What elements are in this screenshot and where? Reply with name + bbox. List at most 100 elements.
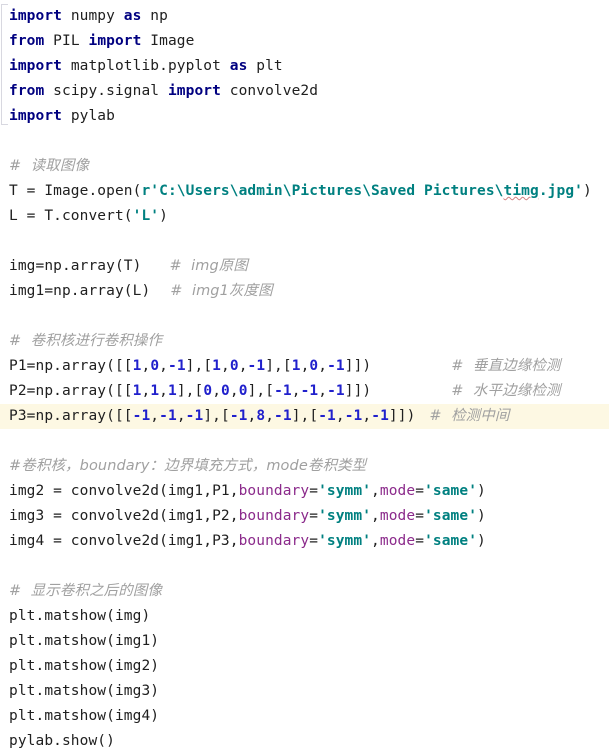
- identifier: PIL: [44, 33, 89, 49]
- kwarg-mode: mode: [379, 483, 416, 499]
- assign-img1: img1=np.array(L): [9, 283, 151, 299]
- identifier: plt: [247, 58, 283, 74]
- code-line-3[interactable]: import matplotlib.pyplot as plt: [0, 54, 609, 79]
- call-matshow-img2: plt.matshow(img2): [9, 658, 160, 674]
- comma: ,: [371, 483, 380, 499]
- code-line-12[interactable]: img1=np.array(L) # img1灰度图: [0, 279, 609, 304]
- identifier: matplotlib.pyplot: [61, 58, 230, 74]
- keyword-import: import: [88, 33, 142, 49]
- equals: =: [309, 483, 319, 499]
- keyword-from: from: [9, 33, 45, 49]
- code-line-19[interactable]: #卷积核，boundary：边界填充方式，mode卷积类型: [0, 454, 609, 479]
- comma: ,: [265, 408, 275, 424]
- kernel-value: -1: [327, 383, 345, 399]
- code-line-13-blank[interactable]: [0, 304, 609, 329]
- code-line-14[interactable]: # 卷积核进行卷积操作: [0, 329, 609, 354]
- code-line-9[interactable]: L = T.convert('L'): [0, 204, 609, 229]
- paren-close: ): [477, 483, 486, 499]
- code-line-8[interactable]: T = Image.open(r'C:\Users\admin\Pictures…: [0, 179, 609, 204]
- assign-P2: P2=np.array([[: [9, 383, 133, 399]
- code-editor-pane[interactable]: import numpy as np from PIL import Image…: [0, 0, 609, 749]
- code-lines[interactable]: import numpy as np from PIL import Image…: [0, 0, 609, 754]
- code-line-18-blank[interactable]: [0, 429, 609, 454]
- comma: ,: [238, 358, 248, 374]
- close-brackets: ]]): [344, 358, 372, 374]
- code-line-26[interactable]: plt.matshow(img1): [0, 629, 609, 654]
- code-line-1[interactable]: import numpy as np: [0, 4, 609, 29]
- call-pylab-show: pylab.show(): [9, 733, 115, 749]
- kernel-value: -1: [318, 408, 336, 424]
- kernel-value: 1: [168, 383, 177, 399]
- code-line-22[interactable]: img4 = convolve2d(img1,P3,boundary='symm…: [0, 529, 609, 554]
- comma: ,: [229, 383, 239, 399]
- keyword-import: import: [9, 58, 62, 74]
- code-line-10-blank[interactable]: [0, 229, 609, 254]
- code-line-25[interactable]: plt.matshow(img): [0, 604, 609, 629]
- call-matshow-img3: plt.matshow(img3): [9, 683, 160, 699]
- code-line-4[interactable]: from scipy.signal import convolve2d: [0, 79, 609, 104]
- string-symm: 'symm': [318, 533, 372, 549]
- comma: ,: [318, 383, 328, 399]
- row-sep: ],[: [247, 383, 275, 399]
- row-sep: ],[: [176, 383, 204, 399]
- call-convert: L = T.convert(: [9, 208, 133, 224]
- identifier: pylab: [61, 108, 115, 124]
- comma: ,: [318, 358, 328, 374]
- close-brackets: ]]): [344, 383, 372, 399]
- kernel-value: -1: [168, 358, 186, 374]
- comment-horizontal-edge-detection: # 水平边缘检测: [451, 383, 561, 399]
- code-line-7[interactable]: # 读取图像: [0, 154, 609, 179]
- row-sep: ],[: [265, 358, 292, 374]
- code-line-27[interactable]: plt.matshow(img2): [0, 654, 609, 679]
- code-line-17-current[interactable]: P3=np.array([[-1,-1,-1],[-1,8,-1],[-1,-1…: [0, 404, 609, 429]
- call-matshow-img: plt.matshow(img): [9, 608, 151, 624]
- equals: =: [415, 533, 425, 549]
- kernel-value: 0: [229, 358, 239, 374]
- code-line-5[interactable]: import pylab: [0, 104, 609, 129]
- comma: ,: [362, 408, 372, 424]
- code-line-28[interactable]: plt.matshow(img3): [0, 679, 609, 704]
- kernel-center-value: 8: [256, 408, 266, 424]
- kernel-value: -1: [229, 408, 248, 424]
- assign-P1: P1=np.array([[: [9, 358, 133, 374]
- comma: ,: [291, 383, 301, 399]
- kernel-value: 0: [221, 383, 230, 399]
- kernel-value: -1: [344, 408, 363, 424]
- paren-close: ): [159, 208, 168, 224]
- code-line-29[interactable]: plt.matshow(img4): [0, 704, 609, 729]
- equals: =: [309, 508, 319, 524]
- kernel-value: 0: [150, 358, 160, 374]
- call-convolve2d-img3: img3 = convolve2d(img1,P2,: [9, 508, 239, 524]
- call-image-open: T = Image.open(: [9, 183, 142, 199]
- keyword-import: import: [9, 108, 62, 124]
- keyword-import: import: [167, 83, 221, 99]
- comma: ,: [221, 358, 230, 374]
- string-path-head: 'C:\Users\admin\Pictures\Saved Pictures\: [150, 183, 504, 199]
- code-line-30[interactable]: pylab.show(): [0, 729, 609, 754]
- comma: ,: [159, 383, 168, 399]
- call-convolve2d-img2: img2 = convolve2d(img1,P1,: [9, 483, 239, 499]
- kernel-value: 0: [238, 383, 248, 399]
- equals: =: [309, 533, 319, 549]
- code-line-6-blank[interactable]: [0, 129, 609, 154]
- code-line-16[interactable]: P2=np.array([[1,1,1],[0,0,0],[-1,-1,-1]]…: [0, 379, 609, 404]
- code-line-21[interactable]: img3 = convolve2d(img1,P2,boundary='symm…: [0, 504, 609, 529]
- assign-P3: P3=np.array([[: [9, 408, 133, 424]
- code-line-23-blank[interactable]: [0, 554, 609, 579]
- paren-close: ): [477, 508, 486, 524]
- code-line-2[interactable]: from PIL import Image: [0, 29, 609, 54]
- code-line-24[interactable]: # 显示卷积之后的图像: [0, 579, 609, 604]
- identifier: convolve2d: [220, 83, 319, 99]
- code-line-15[interactable]: P1=np.array([[1,0,-1],[1,0,-1],[1,0,-1]]…: [0, 354, 609, 379]
- code-line-11[interactable]: img=np.array(T) # img原图: [0, 254, 609, 279]
- keyword-import: import: [9, 8, 62, 24]
- assign-img: img=np.array(T): [9, 258, 142, 274]
- comma: ,: [141, 383, 151, 399]
- code-line-20[interactable]: img2 = convolve2d(img1,P1,boundary='symm…: [0, 479, 609, 504]
- close-brackets: ]]): [388, 408, 416, 424]
- comma: ,: [335, 408, 345, 424]
- identifier: Image: [141, 33, 195, 49]
- string-same: 'same': [424, 508, 478, 524]
- kwarg-boundary: boundary: [238, 508, 310, 524]
- kernel-value: -1: [274, 408, 292, 424]
